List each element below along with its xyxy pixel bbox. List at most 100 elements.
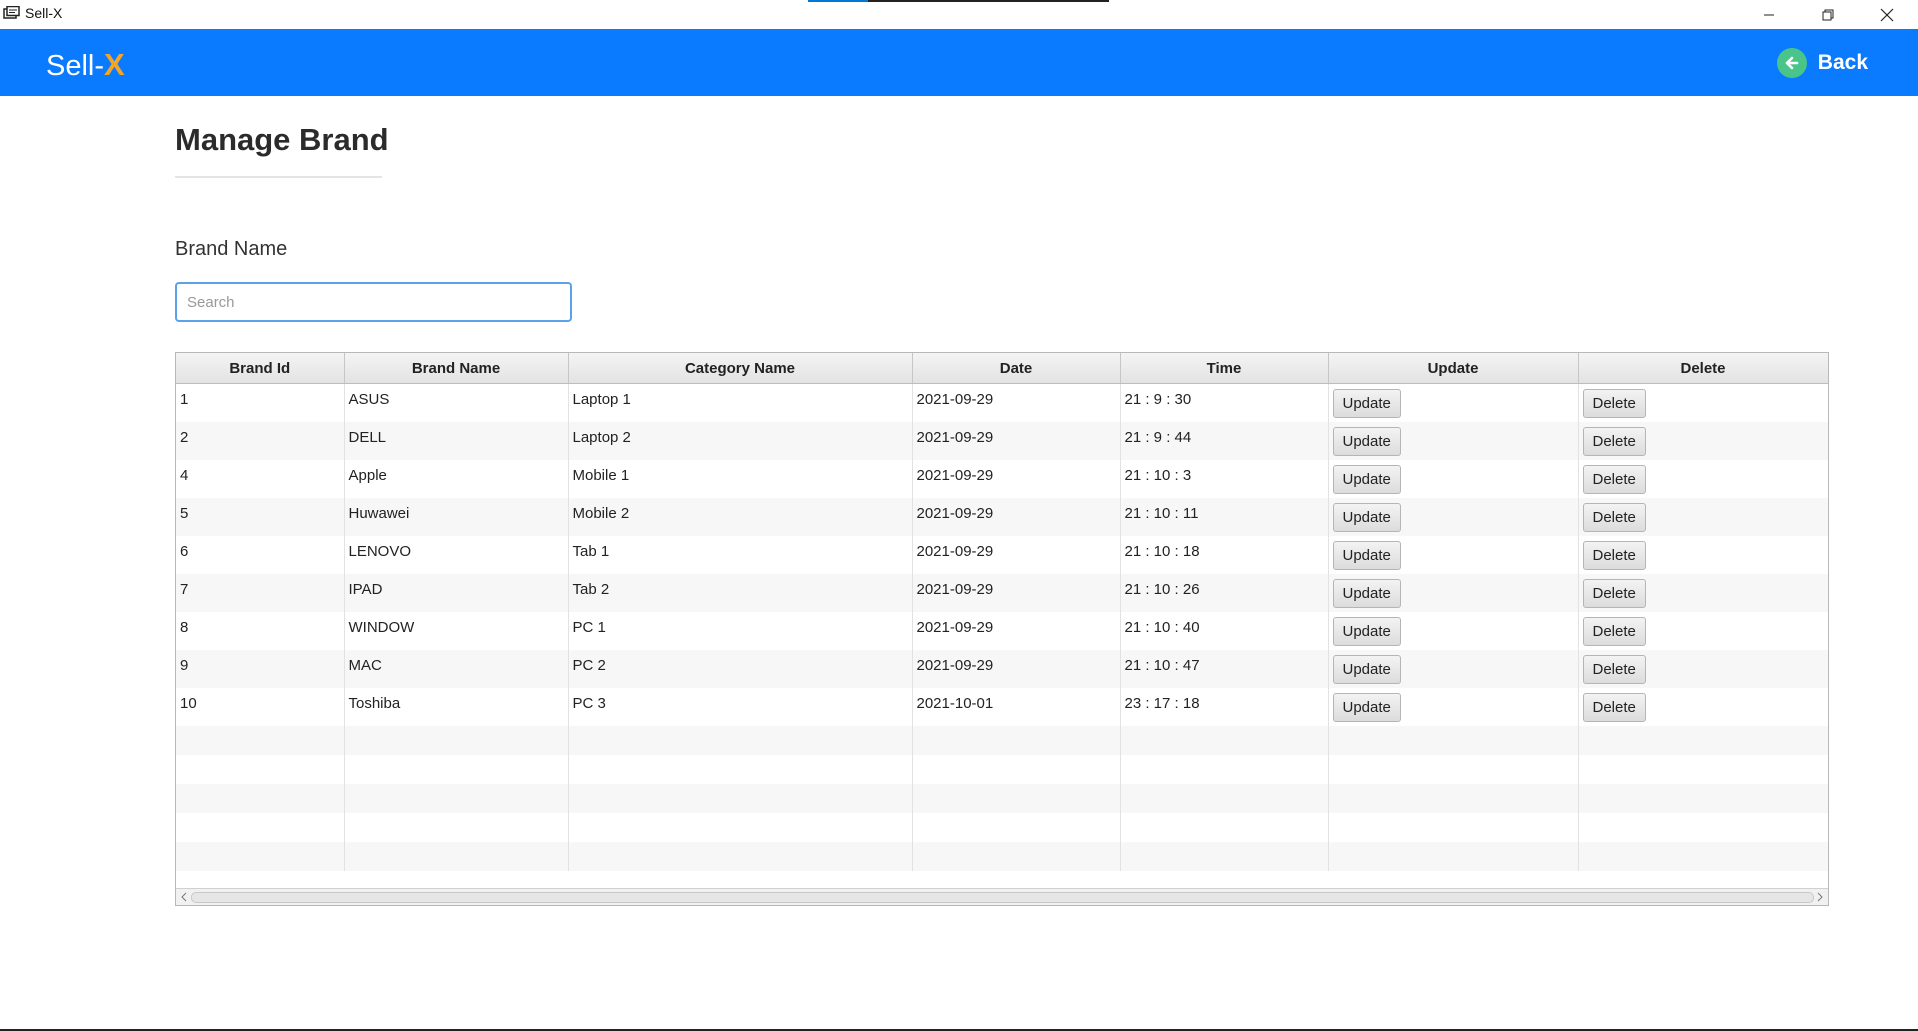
back-button[interactable]: Back [1776, 48, 1868, 78]
column-header[interactable]: Brand Name [344, 353, 569, 384]
scroll-right-icon[interactable] [1813, 889, 1827, 905]
update-cell: Update [1328, 421, 1579, 460]
update-button[interactable]: Update [1332, 464, 1401, 494]
brand-name-cell: LENOVO [344, 535, 569, 574]
delete-button[interactable]: Delete [1582, 616, 1646, 646]
delete-button[interactable]: Delete [1582, 502, 1646, 532]
delete-button[interactable]: Delete [1582, 654, 1646, 684]
scroll-left-icon[interactable] [177, 889, 191, 905]
window-title: Sell-X [25, 5, 63, 21]
minimize-icon [1764, 14, 1774, 15]
empty-cell [1578, 812, 1828, 842]
update-button[interactable]: Update [1332, 389, 1401, 418]
column-header[interactable]: Update [1328, 353, 1579, 384]
update-cell: Update [1328, 687, 1579, 726]
date-cell: 2021-09-29 [912, 459, 1121, 498]
table-row[interactable]: 10 Toshiba PC 3 2021-10-01 23 : 17 : 18 Updat… [176, 687, 1828, 726]
column-header[interactable]: Time [1120, 353, 1329, 384]
minimize-button[interactable] [1740, 0, 1798, 29]
brand-id-cell: 5 [176, 497, 345, 536]
delete-cell: Delete [1578, 649, 1828, 688]
table-row[interactable]: 1 ASUS Laptop 1 2021-09-29 21 : 9 : 30 Update… [176, 383, 1828, 422]
scrollbar-thumb[interactable] [191, 892, 1814, 903]
brand-id-cell: 8 [176, 611, 345, 650]
update-button[interactable]: Update [1332, 426, 1401, 456]
empty-cell [176, 725, 345, 755]
table-row[interactable]: 8 WINDOW PC 1 2021-09-29 21 : 10 : 40 Update D… [176, 611, 1828, 650]
empty-cell [568, 725, 913, 755]
time-cell: 21 : 10 : 47 [1120, 649, 1329, 688]
back-arrow-icon [1776, 48, 1807, 78]
restore-button[interactable] [1799, 0, 1857, 29]
horizontal-scrollbar[interactable] [176, 888, 1828, 905]
category-name-cell: Mobile 2 [568, 497, 913, 536]
category-name-cell: PC 1 [568, 611, 913, 650]
close-button[interactable] [1858, 0, 1916, 29]
update-button[interactable]: Update [1332, 692, 1401, 722]
column-header[interactable]: Date [912, 353, 1121, 384]
update-button[interactable]: Update [1332, 540, 1401, 570]
empty-cell [912, 812, 1121, 842]
brand-name-cell: Toshiba [344, 687, 569, 726]
empty-cell [344, 783, 569, 813]
delete-button[interactable]: Delete [1582, 464, 1646, 494]
search-input[interactable] [175, 282, 572, 322]
empty-cell [344, 841, 569, 871]
delete-button[interactable]: Delete [1582, 692, 1646, 722]
table-row[interactable]: 9 MAC PC 2 2021-09-29 21 : 10 : 47 Update Dele… [176, 649, 1828, 688]
update-button[interactable]: Update [1332, 578, 1401, 608]
table-row[interactable]: 5 Huwawei Mobile 2 2021-09-29 21 : 10 : 11 Up… [176, 497, 1828, 536]
update-button[interactable]: Update [1332, 616, 1401, 646]
delete-button[interactable]: Delete [1582, 540, 1646, 570]
category-name-cell: Laptop 2 [568, 421, 913, 460]
empty-cell [176, 841, 345, 871]
logo-accent: X [104, 47, 125, 82]
delete-button[interactable]: Delete [1582, 426, 1646, 456]
update-cell: Update [1328, 497, 1579, 536]
time-cell: 23 : 17 : 18 [1120, 687, 1329, 726]
delete-button[interactable]: Delete [1582, 578, 1646, 608]
empty-cell [568, 783, 913, 813]
table-row[interactable]: 7 IPAD Tab 2 2021-09-29 21 : 10 : 26 Update De… [176, 573, 1828, 612]
brand-id-cell: 4 [176, 459, 345, 498]
empty-cell [176, 754, 345, 784]
restore-icon [1822, 9, 1834, 20]
date-cell: 2021-09-29 [912, 497, 1121, 536]
empty-cell [1120, 783, 1329, 813]
page-title: Manage Brand [175, 122, 389, 157]
brand-name-cell: WINDOW [344, 611, 569, 650]
empty-cell [1328, 725, 1579, 755]
brand-id-cell: 2 [176, 421, 345, 460]
update-cell: Update [1328, 573, 1579, 612]
empty-cell [1328, 754, 1579, 784]
delete-cell: Delete [1578, 687, 1828, 726]
update-cell: Update [1328, 383, 1579, 422]
date-cell: 2021-09-29 [912, 421, 1121, 460]
category-name-cell: Mobile 1 [568, 459, 913, 498]
update-button[interactable]: Update [1332, 502, 1401, 532]
delete-button[interactable]: Delete [1582, 389, 1646, 418]
table-row[interactable]: 2 DELL Laptop 2 2021-09-29 21 : 9 : 44 Update… [176, 421, 1828, 460]
update-button[interactable]: Update [1332, 654, 1401, 684]
empty-cell [1120, 841, 1329, 871]
empty-cell [912, 841, 1121, 871]
category-name-cell: PC 2 [568, 649, 913, 688]
date-cell: 2021-10-01 [912, 687, 1121, 726]
empty-cell [1328, 783, 1579, 813]
date-cell: 2021-09-29 [912, 649, 1121, 688]
empty-cell [568, 841, 913, 871]
category-name-cell: Tab 2 [568, 573, 913, 612]
app-header: Sell-X Back [0, 29, 1918, 96]
empty-cell [1120, 812, 1329, 842]
column-header[interactable]: Delete [1578, 353, 1828, 384]
empty-row [176, 812, 1828, 842]
brand-name-cell: ASUS [344, 383, 569, 422]
date-cell: 2021-09-29 [912, 573, 1121, 612]
column-header[interactable]: Category Name [568, 353, 913, 384]
table-row[interactable]: 4 Apple Mobile 1 2021-09-29 21 : 10 : 3 Updat… [176, 459, 1828, 498]
empty-cell [1578, 754, 1828, 784]
table-row[interactable]: 6 LENOVO Tab 1 2021-09-29 21 : 10 : 18 Update… [176, 535, 1828, 574]
column-header[interactable]: Brand Id [176, 353, 345, 384]
window-loading-line [808, 0, 1109, 2]
category-name-cell: Tab 1 [568, 535, 913, 574]
